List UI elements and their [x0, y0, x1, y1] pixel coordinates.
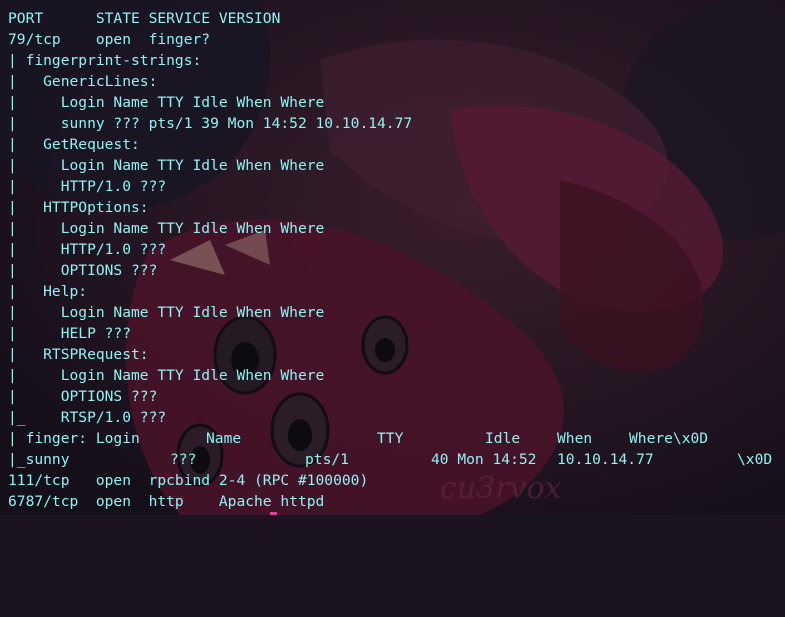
finger-row-where: 10.10.14.77	[557, 451, 654, 468]
terminal-line: | Login Name TTY Idle When Where	[8, 304, 325, 321]
finger-header-tty: TTY	[377, 430, 404, 447]
finger-row-idle-when: 40 Mon 14:52	[431, 451, 537, 468]
finger-header-where: Where\x0D	[629, 430, 709, 447]
terminal-line: PORT STATE SERVICE VERSION	[8, 10, 281, 27]
terminal-line: | Login Name TTY Idle When Where	[8, 367, 325, 384]
finger-row-login: |_sunny	[8, 451, 70, 468]
terminal-line: | Login Name TTY Idle When Where	[8, 220, 325, 237]
terminal-line: | Login Name TTY Idle When Where	[8, 94, 325, 111]
terminal-line: | OPTIONS ???	[8, 262, 158, 279]
finger-header-idle: Idle	[485, 430, 521, 447]
finger-row-name: ???	[170, 451, 197, 468]
terminal-line: 6787/tcp open http Apache httpd	[8, 493, 325, 510]
terminal-output[interactable]: PORT STATE SERVICE VERSION 79/tcp open f…	[0, 8, 785, 515]
terminal-line: | Login Name TTY Idle When Where	[8, 157, 325, 174]
terminal-line: | Help:	[8, 283, 88, 300]
terminal-line: | OPTIONS ???	[8, 388, 158, 405]
finger-header-when: When	[557, 430, 593, 447]
terminal-line: | HTTP/1.0 ???	[8, 241, 167, 258]
finger-header-name: Name	[206, 430, 242, 447]
terminal-line: | RTSPRequest:	[8, 346, 149, 363]
terminal-line: | GenericLines:	[8, 73, 158, 90]
terminal-line: | sunny ??? pts/1 39 Mon 14:52 10.10.14.…	[8, 115, 413, 132]
terminal-line: 79/tcp open finger?	[8, 31, 211, 48]
terminal-line: |_ RTSP/1.0 ???	[8, 409, 167, 426]
finger-row-line: |_sunny ??? pts/1 40 Mon 14:52 10.10.14.…	[0, 449, 785, 470]
terminal-line: | HTTP/1.0 ???	[8, 178, 167, 195]
finger-row-tty: pts/1	[305, 451, 349, 468]
terminal-line: | HTTPOptions:	[8, 199, 149, 216]
terminal-line: | HELP ???	[8, 325, 132, 342]
finger-row-tail: \x0D	[737, 451, 773, 468]
terminal-line: | GetRequest:	[8, 136, 140, 153]
finger-header-login: | finger: Login	[8, 430, 140, 447]
terminal-line: 111/tcp open rpcbind 2-4 (RPC #100000)	[8, 472, 369, 489]
finger-header-line: | finger: Login Name TTY Idle When Where…	[0, 428, 785, 449]
terminal-line: | fingerprint-strings:	[8, 52, 202, 69]
